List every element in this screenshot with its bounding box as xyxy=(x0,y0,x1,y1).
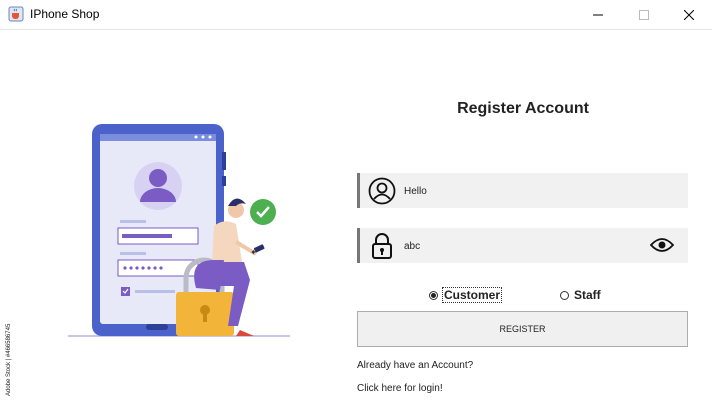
page-title: Register Account xyxy=(457,100,589,117)
username-field[interactable] xyxy=(357,173,688,208)
lock-icon xyxy=(372,233,392,259)
title-bar: IPhone Shop xyxy=(0,0,712,30)
phone-login-illustration: ✦ xyxy=(68,124,290,337)
watermark-text: Adobe Stock | #466586745 xyxy=(6,323,12,396)
role-staff-label: Staff xyxy=(574,288,601,302)
role-staff-radio[interactable]: Staff xyxy=(560,286,602,304)
eye-icon[interactable] xyxy=(650,237,674,253)
minimize-button[interactable] xyxy=(575,0,621,29)
username-input[interactable] xyxy=(404,181,634,201)
java-cup-icon xyxy=(8,6,24,22)
close-button[interactable] xyxy=(666,0,712,29)
close-icon xyxy=(684,9,694,20)
window-title: IPhone Shop xyxy=(30,7,100,21)
already-account-text: Already have an Account? xyxy=(357,360,474,371)
radio-unselected-icon[interactable] xyxy=(560,290,569,300)
radio-selected-icon[interactable] xyxy=(429,290,438,300)
register-button[interactable]: REGISTER xyxy=(357,311,688,347)
login-link[interactable]: Click here for login! xyxy=(357,383,443,394)
password-input[interactable] xyxy=(404,236,634,256)
security-illustration: ✦ Adobe Stock | #466586745 xyxy=(0,30,345,412)
svg-text:✦: ✦ xyxy=(250,248,257,257)
maximize-icon xyxy=(639,9,649,20)
minimize-icon xyxy=(593,14,603,15)
maximize-button[interactable] xyxy=(621,0,667,29)
role-customer-radio[interactable]: Customer xyxy=(429,286,503,304)
register-panel: ✦ Adobe Stock | #466586745 Register Acco… xyxy=(0,30,712,412)
password-field[interactable] xyxy=(357,228,688,263)
user-icon xyxy=(368,177,396,205)
role-customer-label: Customer xyxy=(442,287,503,303)
